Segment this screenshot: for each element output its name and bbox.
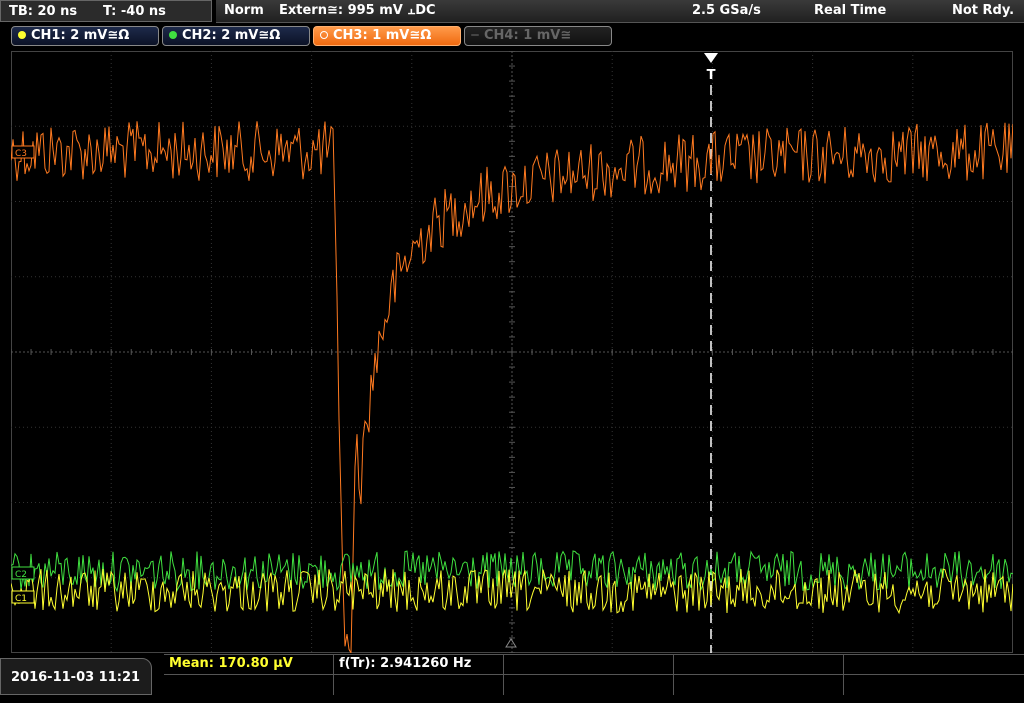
channel-2-dot-icon bbox=[169, 31, 177, 39]
channel-2-marker-label: C2 bbox=[15, 570, 27, 580]
channel-2-tab[interactable]: CH2: 2 mV≅Ω bbox=[162, 26, 310, 46]
trigger-marker-label: T bbox=[707, 68, 716, 83]
channel-3-tab[interactable]: CH3: 1 mV≅Ω bbox=[313, 26, 461, 46]
bottom-bar: 2016-11-03 11:21 Mean: 170.80 µV f(Tr): … bbox=[0, 654, 1024, 695]
measurement-slot-4[interactable] bbox=[674, 655, 844, 675]
sample-rate[interactable]: 2.5 GSa/s bbox=[692, 0, 761, 22]
channel-1-dot-icon bbox=[18, 31, 26, 39]
channel-3-dot-icon bbox=[320, 31, 328, 39]
channel-3-marker-label: C3 bbox=[15, 149, 27, 159]
channel-1-label: CH1: 2 mV≅Ω bbox=[31, 28, 130, 43]
timebase-label[interactable]: TB: 20 ns bbox=[9, 1, 77, 23]
trigger-position-icon[interactable] bbox=[704, 53, 718, 63]
waveform-plot[interactable]: T C3 C2 C1 bbox=[11, 51, 1013, 653]
date-time-box: 2016-11-03 11:21 bbox=[0, 658, 152, 695]
trigger-offset-label[interactable]: T: -40 ns bbox=[103, 1, 166, 23]
acquisition-mode[interactable]: Real Time bbox=[814, 0, 886, 22]
measurement-slot-6[interactable] bbox=[164, 675, 334, 695]
channel-bar: CH1: 2 mV≅Ω CH2: 2 mV≅Ω CH3: 1 mV≅Ω CH4:… bbox=[0, 26, 1024, 48]
date-time: 2016-11-03 11:21 bbox=[11, 670, 141, 685]
channel-1-ground-marker[interactable]: C1 bbox=[11, 590, 35, 604]
channel-4-off-icon bbox=[471, 34, 479, 36]
measurement-slot-7[interactable] bbox=[334, 675, 504, 695]
measurement-slot-3[interactable] bbox=[504, 655, 674, 675]
run-state: Not Rdy. bbox=[952, 3, 1015, 18]
channel-3-ground-marker[interactable]: C3 bbox=[11, 145, 35, 159]
timebase-box[interactable]: TB: 20 ns T: -40 ns bbox=[0, 0, 212, 22]
channel-4-label: CH4: 1 mV≅ bbox=[484, 28, 572, 43]
frequency-measurement[interactable]: f(Tr): 2.941260 Hz bbox=[334, 655, 504, 675]
trigger-source[interactable]: Extern≅: 995 mV ⫠DC bbox=[279, 0, 436, 22]
measurement-slot-5[interactable] bbox=[844, 655, 1024, 675]
trigger-mode[interactable]: Norm bbox=[224, 0, 264, 22]
measurement-slot-9[interactable] bbox=[674, 675, 844, 695]
channel-4-tab[interactable]: CH4: 1 mV≅ bbox=[464, 26, 612, 46]
status-bar: Norm Extern≅: 995 mV ⫠DC 2.5 GSa/s Real … bbox=[216, 0, 1024, 23]
channel-2-label: CH2: 2 mV≅Ω bbox=[182, 28, 281, 43]
channel-3-label: CH3: 1 mV≅Ω bbox=[333, 28, 432, 43]
measurement-slot-10[interactable] bbox=[844, 675, 1024, 695]
horizontal-position-icon bbox=[505, 638, 517, 648]
channel-1-marker-label: C1 bbox=[15, 594, 27, 604]
channel-2-ground-marker[interactable]: C2 bbox=[11, 566, 35, 580]
mean-measurement[interactable]: Mean: 170.80 µV bbox=[164, 655, 334, 675]
top-bar: TB: 20 ns T: -40 ns Norm Extern≅: 995 mV… bbox=[0, 0, 1024, 24]
measurement-slot-8[interactable] bbox=[504, 675, 674, 695]
channel-1-tab[interactable]: CH1: 2 mV≅Ω bbox=[11, 26, 159, 46]
measurement-panel: Mean: 170.80 µV f(Tr): 2.941260 Hz bbox=[164, 654, 1024, 696]
